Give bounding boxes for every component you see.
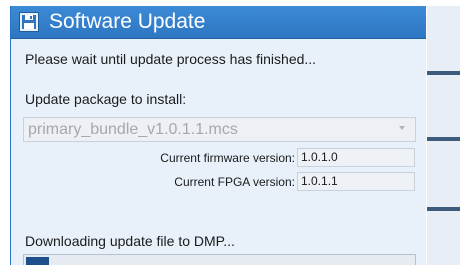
firmware-version-label: Current firmware version: <box>160 151 295 165</box>
wait-message: Please wait until update process has fin… <box>25 51 317 67</box>
package-select-value: primary_bundle_v1.0.1.1.mcs <box>28 121 238 138</box>
software-update-dialog: Software Update Please wait until update… <box>10 6 426 265</box>
fpga-version-label: Current FPGA version: <box>174 175 295 189</box>
fpga-version-field: 1.0.1.1 <box>297 172 415 191</box>
download-status: Downloading update file to DMP... <box>25 233 235 249</box>
package-select[interactable]: primary_bundle_v1.0.1.1.mcs <box>23 117 416 142</box>
title-bar: Software Update <box>11 6 426 39</box>
progress-fill <box>26 257 49 265</box>
panel-divider <box>427 207 460 211</box>
chevron-down-icon <box>399 126 405 130</box>
package-label: Update package to install: <box>25 91 187 107</box>
background-panel <box>427 6 460 265</box>
firmware-version-field: 1.0.1.0 <box>297 148 415 167</box>
download-progress-bar <box>23 254 416 265</box>
dialog-title: Software Update <box>49 10 206 33</box>
panel-divider <box>427 71 460 75</box>
floppy-disk-icon <box>19 12 39 32</box>
panel-divider <box>427 137 460 141</box>
